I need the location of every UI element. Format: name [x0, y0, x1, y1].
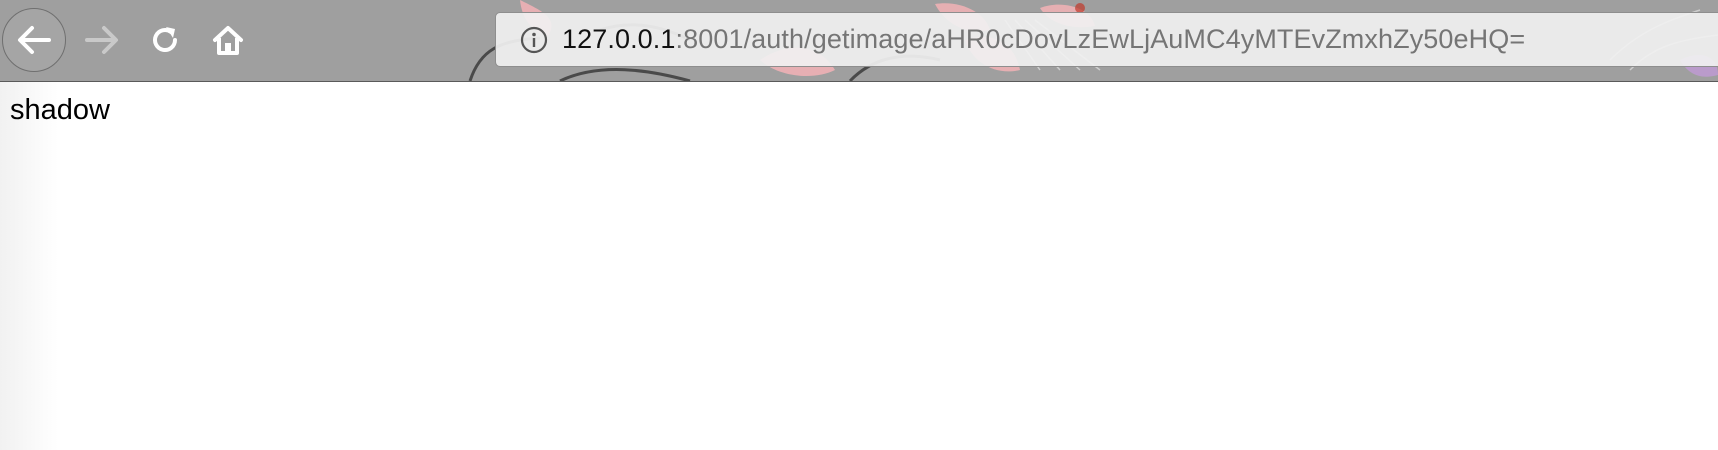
reload-icon: [153, 27, 177, 52]
back-arrow-icon: [18, 26, 51, 54]
browser-window: 127.0.0.1:8001/auth/getimage/aHR0cDovLzE…: [0, 0, 1718, 450]
url-host: 127.0.0.1: [562, 24, 676, 54]
back-button[interactable]: [2, 8, 66, 72]
reload-button[interactable]: [133, 8, 197, 72]
url-path: :8001/auth/getimage/aHR0cDovLzEwLjAuMC4y…: [675, 24, 1526, 54]
home-button[interactable]: [196, 8, 260, 72]
url-text[interactable]: 127.0.0.1:8001/auth/getimage/aHR0cDovLzE…: [562, 24, 1525, 55]
forward-button[interactable]: [70, 8, 134, 72]
address-bar[interactable]: 127.0.0.1:8001/auth/getimage/aHR0cDovLzE…: [495, 12, 1718, 67]
forward-arrow-icon: [85, 26, 118, 54]
home-icon: [213, 26, 243, 55]
site-info-button[interactable]: [512, 18, 556, 62]
page-body-text: shadow: [10, 94, 110, 126]
browser-toolbar: 127.0.0.1:8001/auth/getimage/aHR0cDovLzE…: [0, 0, 1718, 82]
page-content: shadow: [0, 82, 1718, 450]
info-icon: [520, 26, 548, 53]
